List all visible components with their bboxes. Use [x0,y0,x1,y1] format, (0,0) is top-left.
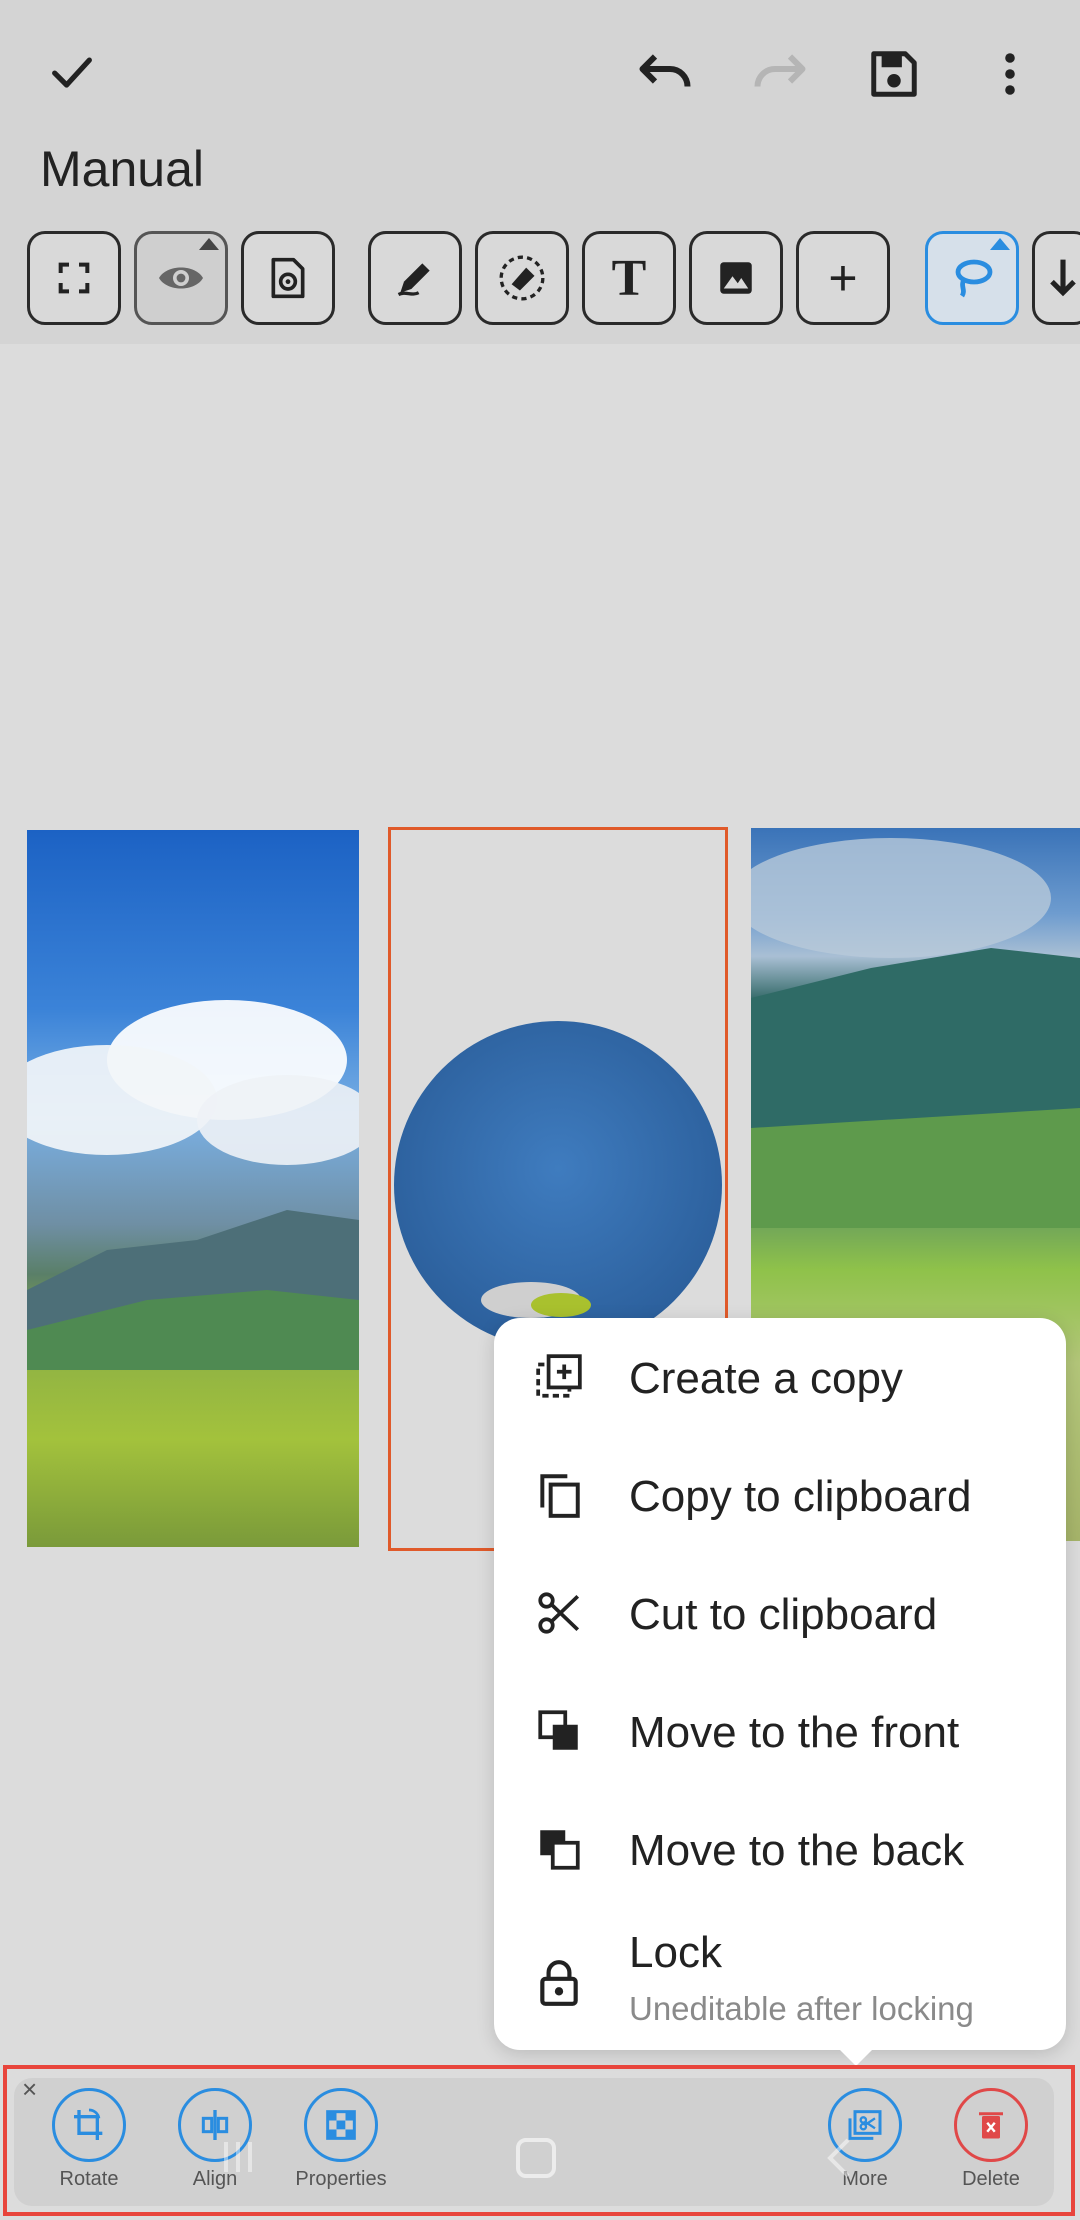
rotate-button[interactable]: Rotate [29,2088,149,2200]
menu-label: Create a copy [629,1354,903,1403]
fullscreen-tool[interactable] [27,231,121,325]
align-button[interactable]: Align [155,2088,275,2200]
create-copy-icon [536,1354,582,1398]
text-icon: T [611,249,647,307]
scissors-icon [538,1592,580,1634]
menu-item-copy-clipboard[interactable]: Copy to clipboard [494,1436,1066,1554]
image-sky-clouds[interactable] [27,830,359,1547]
image-icon [720,262,752,294]
eraser-icon [499,255,545,301]
save-icon[interactable] [862,42,926,106]
fullscreen-icon [58,262,90,294]
menu-item-move-back[interactable]: Move to the back [494,1790,1066,1908]
align-icon [201,2110,229,2140]
menu-label: Move to the front [629,1708,960,1757]
text-tool[interactable]: T [582,231,676,325]
copy-icon [540,1474,580,1518]
top-bar: Manual T + [0,0,1080,344]
image-tool[interactable] [689,231,783,325]
send-back-icon [540,1830,580,1870]
check-icon[interactable] [40,40,104,104]
context-menu: Create a copy Copy to clipboard Cut to c… [494,1318,1066,2050]
rotate-icon [74,2108,103,2140]
menu-sublabel: Uneditable after locking [629,1990,974,2027]
page-title: Manual [40,141,204,197]
eraser-tool[interactable] [475,231,569,325]
menu-item-create-copy[interactable]: Create a copy [494,1318,1066,1436]
eye-icon [159,267,203,289]
menu-item-cut-clipboard[interactable]: Cut to clipboard [494,1554,1066,1672]
lasso-icon [955,259,993,298]
more-vert-icon[interactable] [980,42,1040,106]
rotate-label: Rotate [59,2168,119,2190]
page-settings-tool[interactable] [241,231,335,325]
menu-label: Copy to clipboard [629,1472,972,1521]
settings-page-icon [271,257,305,299]
delete-label: Delete [962,2168,1020,2190]
add-tool[interactable]: + [796,231,890,325]
menu-pointer [838,2048,874,2066]
lasso-tool[interactable] [925,231,1019,325]
properties-button[interactable]: Properties [281,2088,401,2200]
menu-label: Cut to clipboard [629,1590,938,1639]
pen-icon [397,263,430,297]
nav-home-icon[interactable] [516,2138,556,2178]
arrow-down-icon [1050,259,1076,297]
plus-icon: + [828,250,858,306]
pen-tool[interactable] [368,231,462,325]
properties-icon [326,2110,356,2140]
undo-icon[interactable] [630,42,700,106]
nav-recents-icon[interactable] [220,2140,256,2174]
view-tool[interactable] [134,231,228,325]
menu-item-move-front[interactable]: Move to the front [494,1672,1066,1790]
delete-icon [979,2112,1003,2139]
menu-item-lock[interactable]: Lock Uneditable after locking [494,1908,1066,2050]
properties-label: Properties [295,2168,387,2190]
lock-icon [540,1960,578,2006]
insert-tool[interactable] [1032,231,1080,325]
redo-icon[interactable] [745,42,815,106]
nav-back-icon[interactable] [822,2136,856,2180]
delete-button[interactable]: Delete [931,2088,1051,2200]
menu-label: Lock [629,1928,722,1977]
bring-front-icon [538,1710,578,1750]
menu-label: Move to the back [629,1826,965,1875]
